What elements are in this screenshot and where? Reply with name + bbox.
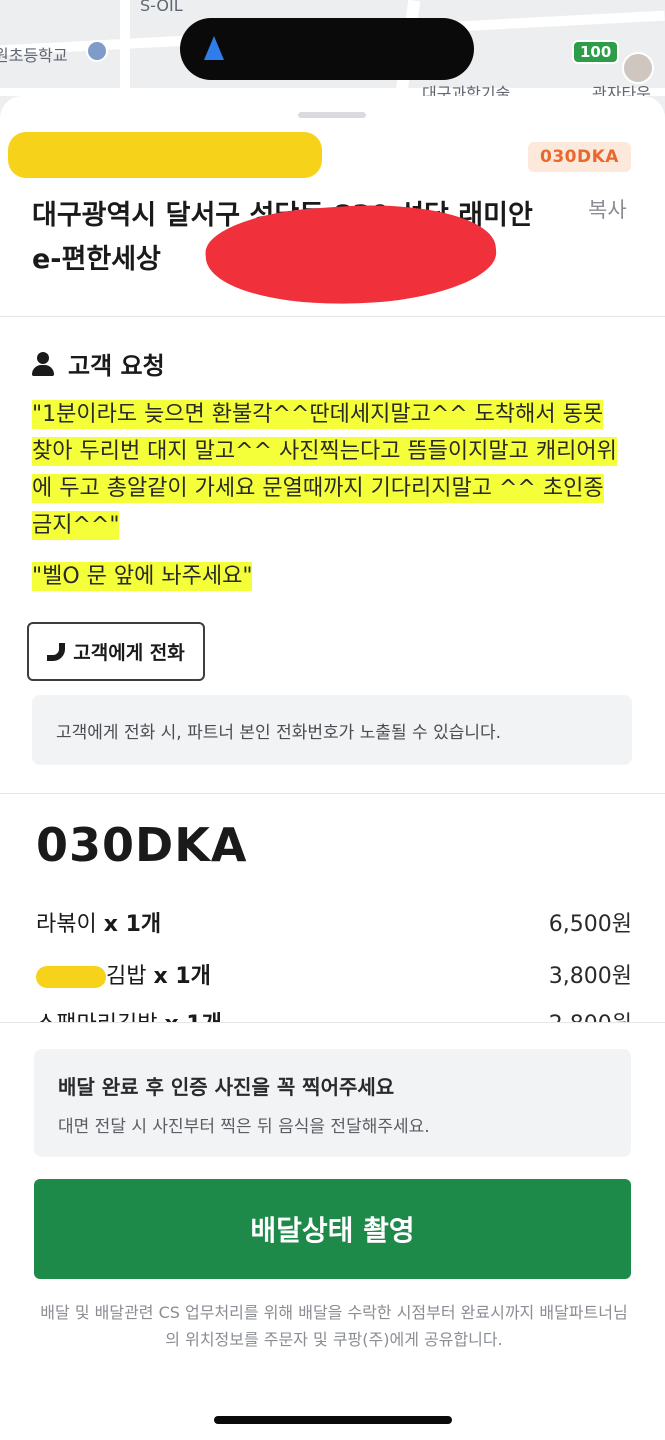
item-name: 김밥 <box>106 964 147 989</box>
redaction-mark <box>8 132 322 178</box>
customer-request-title: 고객 요청 <box>68 352 165 380</box>
redaction-mark <box>36 966 106 988</box>
order-item-row: 김밥 x 1개 3,800원 <box>36 958 632 990</box>
capture-delivery-status-button[interactable]: 배달상태 촬영 <box>34 1179 631 1279</box>
order-detail-sheet: 030DKA 대구광역시 달서구 성당동 839 성당 래미안 e-편한세상 복… <box>0 96 665 1440</box>
call-notice: 고객에게 전화 시, 파트너 본인 전화번호가 노출될 수 있습니다. <box>32 695 632 765</box>
phone-icon <box>47 643 65 661</box>
order-item-price: 3,800원 <box>548 964 632 989</box>
customer-request-body: "1분이라도 늦으면 환불각^^딴데세지말고^^ 도착해서 동못찾아 두리번 대… <box>32 400 617 540</box>
photo-reminder-title: 배달 완료 후 인증 사진을 꼭 찍어주세요 <box>58 1075 395 1099</box>
customer-request-body-2: "벨O 문 앞에 놔주세요" <box>32 562 253 591</box>
order-id-heading: 030DKA <box>36 818 248 872</box>
item-qty: x 1개 <box>153 964 211 989</box>
call-notice-text: 고객에게 전화 시, 파트너 본인 전화번호가 노출될 수 있습니다. <box>56 722 502 743</box>
dynamic-island <box>180 18 474 80</box>
photo-reminder-subtitle: 대면 전달 시 사진부터 찍은 뒤 음식을 전달해주세요. <box>58 1117 430 1137</box>
item-qty: x 1개 <box>103 912 162 937</box>
call-customer-label: 고객에게 전화 <box>73 642 185 664</box>
home-indicator[interactable] <box>214 1416 452 1424</box>
order-item-name: 라볶이 x 1개 <box>36 906 161 938</box>
order-item-name: 김밥 x 1개 <box>36 958 211 990</box>
location-sharing-notice: 배달 및 배달관련 CS 업무처리를 위해 배달을 수락한 시점부터 완료시까지… <box>40 1303 628 1349</box>
section-divider <box>0 316 665 317</box>
customer-request-text-2: "벨O 문 앞에 놔주세요" <box>32 558 253 595</box>
customer-request-text: "1분이라도 늦으면 환불각^^딴데세지말고^^ 도착해서 동못찾아 두리번 대… <box>32 396 622 544</box>
order-item-row: 라볶이 x 1개 6,500원 <box>36 906 632 938</box>
home-pin-icon <box>622 52 654 84</box>
route-number-badge: 100 <box>572 40 620 64</box>
map-label: 원초등학교 <box>0 46 68 65</box>
order-item-price: 6,500원 <box>548 912 632 937</box>
customer-request-heading: 고객 요청 <box>32 346 165 381</box>
call-customer-button[interactable]: 고객에게 전화 <box>27 622 205 681</box>
school-icon <box>86 40 108 62</box>
map-label: S-OIL <box>140 0 183 15</box>
item-name: 라볶이 <box>36 912 97 937</box>
photo-reminder-box: 배달 완료 후 인증 사진을 꼭 찍어주세요 대면 전달 시 사진부터 찍은 뒤… <box>34 1049 631 1157</box>
person-icon <box>32 351 54 376</box>
navigation-arrow-icon <box>204 36 224 60</box>
map-road <box>0 88 665 96</box>
order-code-badge: 030DKA <box>528 142 631 172</box>
copy-address-button[interactable]: 복사 <box>588 194 627 224</box>
section-divider <box>0 793 665 794</box>
sheet-grabber[interactable] <box>298 112 366 118</box>
bottom-action-panel: 배달 완료 후 인증 사진을 꼭 찍어주세요 대면 전달 시 사진부터 찍은 뒤… <box>0 1022 665 1440</box>
